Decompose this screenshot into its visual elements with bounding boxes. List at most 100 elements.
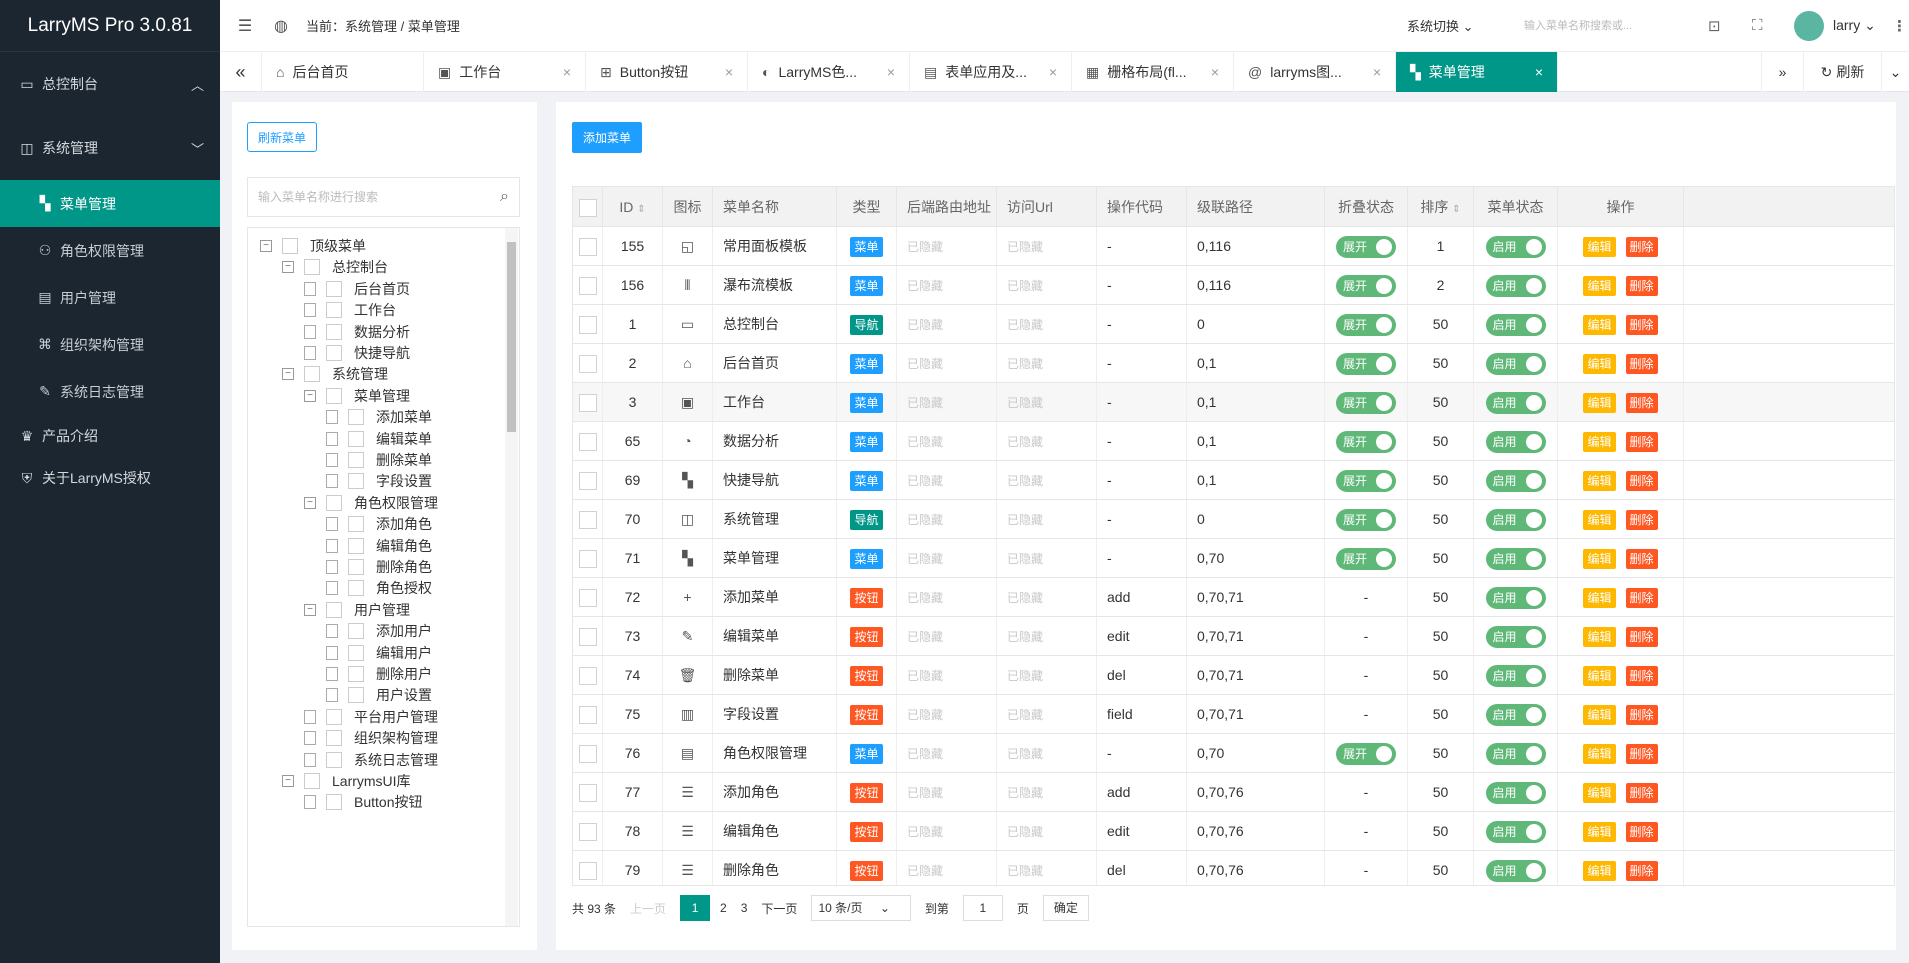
close-icon[interactable]: × xyxy=(1049,64,1057,80)
fold-switch[interactable]: 展开 xyxy=(1336,353,1396,376)
tree-node[interactable]: 编辑角色 xyxy=(326,536,432,556)
tree-checkbox[interactable] xyxy=(348,687,364,704)
tree-node[interactable]: 添加菜单 xyxy=(326,407,432,427)
delete-button[interactable]: 删除 xyxy=(1625,705,1658,725)
status-switch[interactable]: 启用 xyxy=(1485,626,1546,649)
tree-checkbox[interactable] xyxy=(326,730,342,747)
status-switch[interactable]: 启用 xyxy=(1485,509,1546,532)
tabs-left-icon[interactable]: « xyxy=(220,52,262,92)
row-checkbox[interactable] xyxy=(578,628,597,647)
tree-checkbox[interactable] xyxy=(326,794,342,811)
collapse-icon[interactable]: − xyxy=(304,496,316,509)
tree-node[interactable]: − 顶级菜单 xyxy=(260,236,366,256)
fold-switch[interactable]: 展开 xyxy=(1336,314,1396,337)
close-icon[interactable]: × xyxy=(725,64,733,80)
delete-button[interactable]: 删除 xyxy=(1625,627,1658,647)
menu-collapse-icon[interactable]: ☰ xyxy=(234,16,256,36)
delete-button[interactable]: 删除 xyxy=(1625,744,1658,764)
next-page-button[interactable]: 下一页 xyxy=(761,900,797,917)
close-icon[interactable]: × xyxy=(1373,64,1381,80)
tree-checkbox[interactable] xyxy=(282,238,298,254)
edit-button[interactable]: 编辑 xyxy=(1583,744,1616,764)
status-switch[interactable]: 启用 xyxy=(1485,470,1546,493)
sidebar-item-0[interactable]: ▚ 菜单管理 xyxy=(0,180,220,227)
delete-button[interactable]: 删除 xyxy=(1625,588,1658,608)
tree-node[interactable]: 数据分析 xyxy=(304,322,410,342)
tree-checkbox[interactable] xyxy=(326,323,342,340)
edit-button[interactable]: 编辑 xyxy=(1583,783,1616,803)
status-switch[interactable]: 启用 xyxy=(1485,275,1546,298)
status-switch[interactable]: 启用 xyxy=(1485,743,1546,766)
delete-button[interactable]: 删除 xyxy=(1625,432,1658,452)
status-switch[interactable]: 启用 xyxy=(1485,353,1546,376)
tree-scrollbar[interactable] xyxy=(505,228,518,926)
tree-node[interactable]: − 角色权限管理 xyxy=(304,493,438,513)
lock-screen-icon[interactable]: ⊡ xyxy=(1708,17,1721,35)
delete-button[interactable]: 删除 xyxy=(1625,315,1658,335)
tree-node[interactable]: 删除菜单 xyxy=(326,450,432,470)
status-switch[interactable]: 启用 xyxy=(1485,704,1546,727)
tree-node[interactable]: 添加角色 xyxy=(326,514,432,534)
tree-node[interactable]: 编辑菜单 xyxy=(326,429,432,449)
menu-search-input[interactable]: 输入菜单名称搜索或... xyxy=(1520,11,1680,41)
fold-switch[interactable]: 展开 xyxy=(1336,548,1396,571)
fold-switch[interactable]: 展开 xyxy=(1336,470,1396,493)
row-checkbox[interactable] xyxy=(578,316,597,335)
table-row[interactable]: 78 ☰ 编辑角色 按钮 已隐藏 已隐藏 edit 0,70,76-50 启用 编辑 删除 xyxy=(573,812,1894,851)
delete-button[interactable]: 删除 xyxy=(1625,666,1658,686)
tree-checkbox[interactable] xyxy=(326,751,342,768)
table-row[interactable]: 156 ⦀ 瀑布流模板 菜单 已隐藏 已隐藏 -0,116 展开 2 启用 编辑 删除 xyxy=(573,266,1894,305)
collapse-icon[interactable]: − xyxy=(260,240,272,252)
row-checkbox[interactable] xyxy=(578,277,597,296)
tree-checkbox[interactable] xyxy=(326,601,342,618)
tree-node[interactable]: 添加用户 xyxy=(326,621,432,641)
tab-0[interactable]: ⌂ 后台首页 xyxy=(262,52,424,92)
row-checkbox[interactable] xyxy=(578,784,597,803)
tree-checkbox[interactable] xyxy=(348,644,364,661)
fold-switch[interactable]: 展开 xyxy=(1336,431,1396,454)
edit-button[interactable]: 编辑 xyxy=(1583,588,1616,608)
status-switch[interactable]: 启用 xyxy=(1485,548,1546,571)
edit-button[interactable]: 编辑 xyxy=(1583,705,1616,725)
status-switch[interactable]: 启用 xyxy=(1485,392,1546,415)
select-all-checkbox[interactable] xyxy=(578,199,597,218)
row-checkbox[interactable] xyxy=(578,862,597,881)
fold-switch[interactable]: 展开 xyxy=(1336,392,1396,415)
tree-node[interactable]: − 用户管理 xyxy=(304,600,410,620)
status-switch[interactable]: 启用 xyxy=(1485,860,1546,883)
fold-switch[interactable]: 展开 xyxy=(1336,236,1396,259)
edit-button[interactable]: 编辑 xyxy=(1583,471,1616,491)
tree-checkbox[interactable] xyxy=(348,623,364,640)
tab-menu-icon[interactable]: ⌄ xyxy=(1881,52,1909,92)
table-row[interactable]: 2 ⌂ 后台首页 菜单 已隐藏 已隐藏 -0,1 展开 50 启用 编辑 删除 xyxy=(573,344,1894,383)
tree-checkbox[interactable] xyxy=(348,409,364,426)
status-switch[interactable]: 启用 xyxy=(1485,587,1546,610)
edit-button[interactable]: 编辑 xyxy=(1583,666,1616,686)
tree-node[interactable]: 删除角色 xyxy=(326,557,432,577)
edit-button[interactable]: 编辑 xyxy=(1583,276,1616,296)
tree-node[interactable]: 编辑用户 xyxy=(326,643,432,663)
row-checkbox[interactable] xyxy=(578,238,597,257)
delete-button[interactable]: 删除 xyxy=(1625,861,1658,881)
tree-checkbox[interactable] xyxy=(304,773,320,789)
sidebar-item-3[interactable]: ⌘ 组织架构管理 xyxy=(0,321,220,368)
add-menu-button[interactable]: 添加菜单 xyxy=(572,122,642,153)
collapse-icon[interactable]: − xyxy=(282,261,294,274)
goto-confirm-button[interactable]: 确定 xyxy=(1042,895,1089,921)
sort-icon[interactable]: ⇕ xyxy=(637,204,645,215)
table-row[interactable]: 71 ▚ 菜单管理 菜单 已隐藏 已隐藏 -0,70 展开 50 启用 编辑 删除 xyxy=(573,539,1894,578)
tree-checkbox[interactable] xyxy=(304,366,320,383)
tree-node[interactable]: 删除用户 xyxy=(326,664,432,684)
table-row[interactable]: 76 ▤ 角色权限管理 菜单 已隐藏 已隐藏 -0,70 展开 50 启用 编辑 删除 xyxy=(573,734,1894,773)
status-switch[interactable]: 启用 xyxy=(1485,431,1546,454)
sidebar-extra-0[interactable]: ♛ 产品介绍 xyxy=(0,415,220,457)
tree-node[interactable]: − LarrymsUI库 xyxy=(282,771,411,791)
col-sort-header[interactable]: 排序 ⇕ xyxy=(1408,187,1474,227)
table-row[interactable]: 77 ☰ 添加角色 按钮 已隐藏 已隐藏 add 0,70,76-50 启用 编辑 删除 xyxy=(573,773,1894,812)
fold-switch[interactable]: 展开 xyxy=(1336,743,1396,766)
tree-node[interactable]: 工作台 xyxy=(304,300,396,320)
edit-button[interactable]: 编辑 xyxy=(1583,627,1616,647)
avatar[interactable] xyxy=(1794,11,1824,41)
edit-button[interactable]: 编辑 xyxy=(1583,510,1616,530)
close-icon[interactable]: × xyxy=(1211,64,1219,80)
